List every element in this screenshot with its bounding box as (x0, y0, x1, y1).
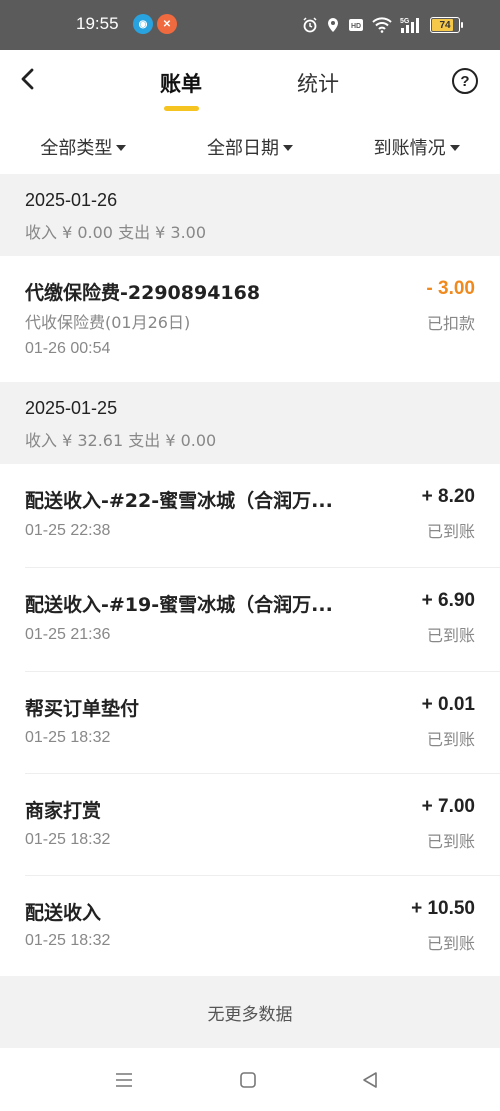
status-time: 19:55 (76, 14, 119, 33)
transaction-status: 已到账 (426, 626, 475, 645)
transaction-status: 已到账 (426, 522, 475, 541)
help-icon: ? (460, 72, 470, 90)
tab-bill[interactable]: 账单 (160, 68, 202, 98)
filter-date-dropdown[interactable]: 全部日期 (167, 120, 334, 174)
svg-text:5G: 5G (400, 18, 410, 25)
back-triangle-icon (363, 1072, 377, 1088)
transaction-time: 01-26 00:54 (25, 340, 111, 357)
help-button[interactable]: ? (452, 68, 478, 94)
battery-level: 74 (439, 19, 451, 31)
transaction-time: 01-25 22:38 (25, 522, 111, 539)
transaction-row[interactable]: 代缴保险费-2290894168 代收保险费(01月26日) 01-26 00:… (0, 256, 500, 382)
day-header: 2025-01-26 收入 ¥ 0.00 支出 ¥ 3.00 (0, 174, 500, 256)
caret-down-icon (116, 145, 127, 151)
header: 账单 统计 ? (0, 50, 500, 120)
transaction-title: 配送收入-#19-蜜雪冰城（合润万... (25, 594, 333, 616)
transaction-amount: + 7.00 (421, 796, 475, 817)
day-header: 2025-01-25 收入 ¥ 32.61 支出 ¥ 0.00 (0, 382, 500, 464)
wifi-icon (372, 17, 392, 33)
day-date: 2025-01-25 (25, 398, 118, 418)
battery-icon: 74 (430, 17, 463, 33)
hd-icon: HD (348, 17, 364, 33)
transaction-amount: + 6.90 (421, 590, 475, 611)
transaction-row[interactable]: 配送收入-#22-蜜雪冰城（合润万... 01-25 22:38 + 8.20 … (0, 464, 500, 568)
transaction-status: 已到账 (426, 832, 475, 851)
filter-label: 全部类型 (40, 138, 113, 159)
menu-icon (116, 1073, 132, 1087)
filter-type-dropdown[interactable]: 全部类型 (0, 120, 167, 174)
transaction-time: 01-25 21:36 (25, 626, 111, 643)
transaction-status: 已扣款 (426, 314, 475, 333)
day-summary: 收入 ¥ 32.61 支出 ¥ 0.00 (25, 431, 217, 450)
transaction-title: 配送收入-#22-蜜雪冰城（合润万... (25, 490, 333, 512)
transaction-title: 帮买订单垫付 (25, 698, 140, 720)
transaction-status: 已到账 (426, 934, 475, 953)
transaction-row[interactable]: 配送收入-#19-蜜雪冰城（合润万... 01-25 21:36 + 6.90 … (0, 568, 500, 672)
filter-label: 全部日期 (207, 138, 279, 159)
tab-statistics[interactable]: 统计 (297, 68, 339, 98)
transaction-time: 01-25 18:32 (25, 932, 111, 949)
day-date: 2025-01-26 (25, 190, 118, 210)
home-button[interactable] (236, 1068, 260, 1092)
transaction-time: 01-25 18:32 (25, 729, 111, 746)
transaction-title: 配送收入 (25, 902, 102, 924)
status-bar: 19:55 ◉ ✕ HD 5G 74 (0, 0, 500, 50)
back-arrow-icon (21, 68, 34, 90)
transaction-row[interactable]: 商家打赏 01-25 18:32 + 7.00 已到账 (0, 774, 500, 876)
notification-app-icon: ✕ (157, 14, 177, 34)
transaction-row[interactable]: 帮买订单垫付 01-25 18:32 + 0.01 已到账 (0, 672, 500, 774)
caret-down-icon (449, 145, 460, 151)
transaction-time: 01-25 18:32 (25, 831, 111, 848)
signal-5g-icon: 5G (400, 16, 422, 34)
transaction-amount: + 8.20 (421, 486, 475, 507)
system-nav-bar (0, 1048, 500, 1111)
no-more-data-label: 无更多数据 (0, 976, 500, 1048)
transaction-status: 已到账 (426, 730, 475, 749)
transaction-title: 代缴保险费-2290894168 (25, 282, 261, 304)
location-icon (326, 17, 340, 33)
filter-label: 到账情况 (373, 138, 446, 159)
day-summary: 收入 ¥ 0.00 支出 ¥ 3.00 (25, 223, 207, 242)
tab-indicator (164, 106, 199, 111)
status-icons: HD 5G 74 (302, 14, 463, 36)
filter-bar: 全部类型 全部日期 到账情况 (0, 120, 500, 174)
caret-down-icon (283, 145, 293, 151)
menu-button[interactable] (112, 1068, 136, 1092)
alarm-icon (302, 17, 318, 33)
home-square-icon (240, 1072, 256, 1088)
transaction-amount: + 10.50 (411, 898, 475, 919)
back-nav-button[interactable] (358, 1068, 382, 1092)
transaction-subtitle: 代收保险费(01月26日) (25, 313, 191, 332)
transaction-row[interactable]: 配送收入 01-25 18:32 + 10.50 已到账 (0, 876, 500, 976)
transaction-amount: + 0.01 (421, 694, 475, 715)
svg-text:HD: HD (351, 23, 361, 30)
notification-app-icon: ◉ (133, 14, 153, 34)
filter-status-dropdown[interactable]: 到账情况 (333, 120, 500, 174)
back-button[interactable] (12, 63, 44, 95)
transaction-title: 商家打赏 (25, 800, 102, 822)
transaction-amount: - 3.00 (426, 278, 475, 299)
